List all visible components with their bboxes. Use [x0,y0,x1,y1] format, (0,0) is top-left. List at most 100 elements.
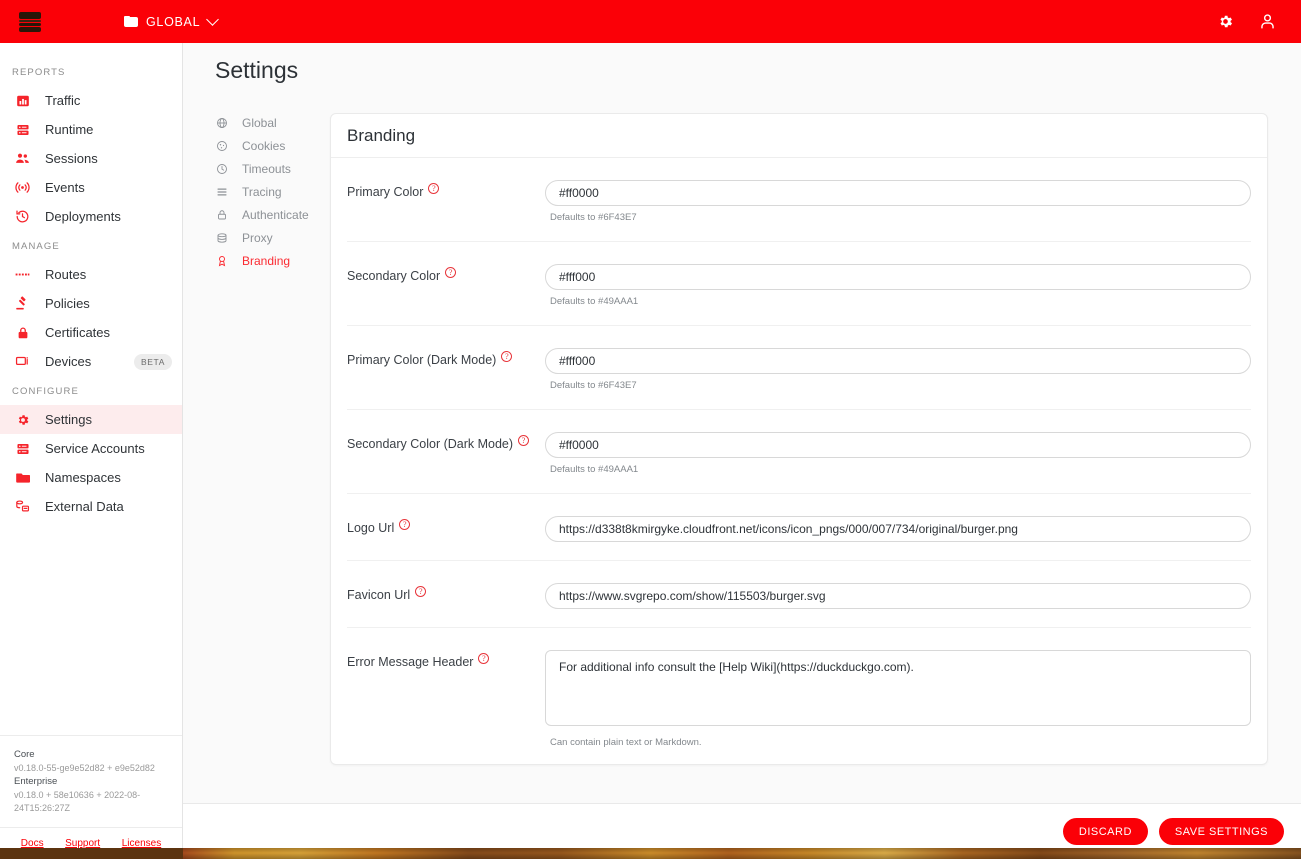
save-settings-button[interactable]: SAVE SETTINGS [1159,818,1284,845]
sidebar-item-label: Events [45,180,172,195]
sidebar-item-certificates[interactable]: Certificates [0,318,182,347]
enterprise-version-label: Enterprise [14,775,170,789]
cookie-icon [215,139,229,153]
field-control: Can contain plain text or Markdown. [545,650,1251,748]
card-body: Primary Color ? Defaults to #6F43E7 Seco… [331,158,1267,765]
gear-icon[interactable] [1213,10,1237,34]
subnav-item-branding[interactable]: Branding [215,249,346,272]
help-circle-icon[interactable]: ? [501,351,512,362]
burger-logo-icon[interactable] [8,12,52,32]
sidebar-item-settings[interactable]: Settings [0,405,182,434]
field-control: Defaults to #6F43E7 [545,348,1251,391]
route-icon [14,266,31,283]
card-title: Branding [331,114,1267,158]
help-circle-icon[interactable]: ? [415,586,426,597]
subnav-item-global[interactable]: Global [215,111,346,134]
sidebar-item-deployments[interactable]: Deployments [0,202,182,231]
laptop-icon [14,353,31,370]
sidebar-item-label: Policies [45,296,172,311]
subnav-item-label: Authenticate [242,208,309,222]
background-strip-left-mask [0,848,183,859]
sidebar-item-label: Routes [45,267,172,282]
field-error-message-header: Error Message Header ? Can contain plain… [347,628,1251,765]
main-body: Settings Global Cookies [183,43,1301,803]
field-control: Defaults to #49AAA1 [545,264,1251,307]
proxy-icon [215,231,229,245]
subnav-item-tracing[interactable]: Tracing [215,180,346,203]
field-label: Secondary Color ? [347,264,545,283]
database-link-icon [14,498,31,515]
sidebar-section-configure: CONFIGURE [0,376,182,405]
tracing-icon [215,185,229,199]
sidebar-item-namespaces[interactable]: Namespaces [0,463,182,492]
secondary-color-dark-input[interactable] [545,432,1251,458]
field-label: Favicon Url ? [347,583,545,602]
user-icon[interactable] [1255,10,1279,34]
sidebar-item-routes[interactable]: Routes [0,260,182,289]
field-label: Error Message Header ? [347,650,545,669]
help-circle-icon[interactable]: ? [445,267,456,278]
core-version-value: v0.18.0-55-ge9e52d82 + e9e52d82 [14,762,170,775]
subnav-item-label: Global [242,116,277,130]
app-root: GLOBAL REPORTS Traffic [0,0,1301,859]
help-circle-icon[interactable]: ? [518,435,529,446]
sidebar-item-policies[interactable]: Policies [0,289,182,318]
subnav-item-timeouts[interactable]: Timeouts [215,157,346,180]
folder-icon [14,469,31,486]
help-circle-icon[interactable]: ? [428,183,439,194]
gear-icon [14,411,31,428]
sidebar-item-label: Service Accounts [45,441,172,456]
bar-chart-icon [14,92,31,109]
field-label-text: Secondary Color (Dark Mode) [347,437,513,451]
subnav-item-label: Cookies [242,139,285,153]
sidebar-item-label: Sessions [45,151,172,166]
sidebar-item-sessions[interactable]: Sessions [0,144,182,173]
enterprise-version-value: v0.18.0 + 58e10636 + 2022-08-24T15:26:27… [14,789,170,815]
sidebar-item-devices[interactable]: Devices BETA [0,347,182,376]
sidebar-item-service-accounts[interactable]: Service Accounts [0,434,182,463]
field-secondary-color: Secondary Color ? Defaults to #49AAA1 [347,242,1251,326]
error-message-header-textarea[interactable] [545,650,1251,726]
users-icon [14,150,31,167]
sidebar-item-traffic[interactable]: Traffic [0,86,182,115]
sidebar-item-label: Devices [45,354,120,369]
sidebar-item-label: Settings [45,412,172,427]
field-secondary-color-dark: Secondary Color (Dark Mode) ? Defaults t… [347,410,1251,494]
field-logo-url: Logo Url ? [347,494,1251,561]
settings-subnav: Global Cookies Timeouts [215,111,346,272]
lock-icon [14,324,31,341]
topbar-actions [1213,10,1279,34]
field-control: Defaults to #6F43E7 [545,180,1251,223]
subnav-item-proxy[interactable]: Proxy [215,226,346,249]
sidebar-item-external-data[interactable]: External Data [0,492,182,521]
field-label-text: Logo Url [347,521,394,535]
sidebar-item-runtime[interactable]: Runtime [0,115,182,144]
help-circle-icon[interactable]: ? [478,653,489,664]
field-label: Primary Color ? [347,180,545,199]
subnav-item-label: Tracing [242,185,282,199]
primary-color-dark-input[interactable] [545,348,1251,374]
sidebar-item-label: Certificates [45,325,172,340]
lock-icon [215,208,229,222]
help-circle-icon[interactable]: ? [399,519,410,530]
logo-url-input[interactable] [545,516,1251,542]
broadcast-icon [14,179,31,196]
field-hint: Defaults to #6F43E7 [545,380,1251,391]
sidebar-section-reports: REPORTS [0,57,182,86]
chevron-down-icon [206,13,219,26]
subnav-item-label: Branding [242,254,290,268]
subnav-item-authenticate[interactable]: Authenticate [215,203,346,226]
field-label-text: Primary Color [347,185,423,199]
primary-color-input[interactable] [545,180,1251,206]
favicon-url-input[interactable] [545,583,1251,609]
discard-button[interactable]: DISCARD [1063,818,1148,845]
field-label: Secondary Color (Dark Mode) ? [347,432,545,451]
subnav-item-cookies[interactable]: Cookies [215,134,346,157]
sidebar-item-events[interactable]: Events [0,173,182,202]
secondary-color-input[interactable] [545,264,1251,290]
clock-icon [215,162,229,176]
field-primary-color: Primary Color ? Defaults to #6F43E7 [347,158,1251,242]
sidebar-item-label: Traffic [45,93,172,108]
scope-selector[interactable]: GLOBAL [112,9,229,35]
field-control [545,583,1251,609]
